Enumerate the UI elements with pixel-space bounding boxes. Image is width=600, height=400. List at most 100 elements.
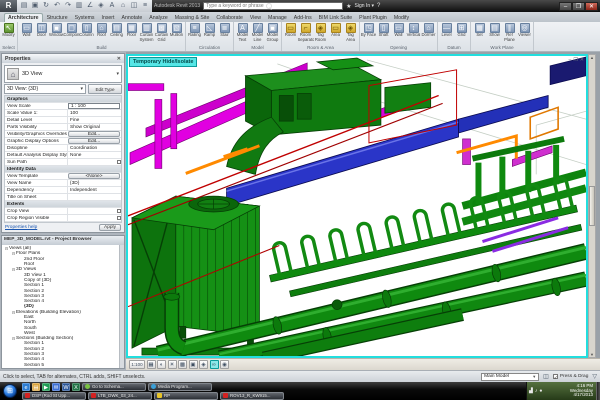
word-icon[interactable]: W bbox=[62, 383, 70, 391]
ribbon-button[interactable]: ◳By Face bbox=[361, 23, 376, 43]
ribbon-button[interactable]: ⊞Grid bbox=[454, 23, 469, 43]
close-icon[interactable]: ✕ bbox=[117, 56, 121, 62]
view-restore-button[interactable]: ❐ bbox=[573, 57, 577, 63]
ribbon-button[interactable]: ▥Curtain System bbox=[139, 23, 154, 43]
default-3d-view-icon[interactable]: ⌂ bbox=[118, 1, 128, 11]
ribbon-button[interactable]: ▦Set bbox=[472, 23, 487, 43]
ribbon-button[interactable]: ◺Ramp bbox=[202, 23, 217, 43]
property-row[interactable]: Dependency Independent bbox=[5, 187, 121, 194]
type-selector[interactable]: ⌂ 3D View ▾ bbox=[4, 65, 122, 83]
redo-icon[interactable]: ↷ bbox=[63, 1, 73, 11]
print-icon[interactable]: ▥ bbox=[74, 1, 84, 11]
property-row[interactable]: Graphic Display Options Edit... bbox=[5, 138, 121, 145]
open-icon[interactable]: ▤ bbox=[19, 1, 29, 11]
property-row[interactable]: Discipline Coordination bbox=[5, 145, 121, 152]
ribbon-button[interactable]: ◫Door bbox=[34, 23, 49, 43]
instance-selector[interactable]: 3D View: {3D}▾ bbox=[4, 84, 86, 94]
taskbar-window-button[interactable]: Media Program... bbox=[148, 383, 212, 391]
scrollbar-thumb[interactable] bbox=[589, 186, 595, 226]
property-value[interactable]: 100 bbox=[67, 110, 121, 116]
taskbar-window-button[interactable]: Go to Schema... bbox=[82, 383, 146, 391]
3d-view-canvas[interactable] bbox=[128, 56, 586, 356]
ribbon-tab[interactable]: Structure bbox=[44, 14, 71, 22]
maximize-button[interactable]: ❐ bbox=[572, 2, 585, 11]
ribbon-tab[interactable]: Manage bbox=[265, 14, 290, 22]
ribbon-button[interactable]: ◈Tag Area bbox=[343, 23, 358, 43]
ribbon-button[interactable]: ▭Room bbox=[283, 23, 298, 43]
show-desktop-button[interactable] bbox=[596, 382, 600, 400]
sync-with-central-icon[interactable]: ↻ bbox=[41, 1, 51, 11]
edit-type-button[interactable]: Edit Type bbox=[88, 84, 122, 94]
ribbon-button[interactable]: ▭Wall bbox=[19, 23, 34, 43]
scroll-up-icon[interactable]: ▲ bbox=[590, 55, 594, 60]
drawing-area-viewport[interactable]: Temporary Hide/Isolate ‒ ❐ ✕ bbox=[126, 54, 588, 358]
property-row[interactable]: Identity Data bbox=[5, 166, 121, 173]
action-center-icon[interactable]: ● bbox=[539, 388, 542, 394]
property-value[interactable]: Independent bbox=[67, 187, 121, 193]
ribbon-button[interactable]: ≡Railing bbox=[187, 23, 202, 43]
property-row[interactable]: Default Analysis Display Style None bbox=[5, 152, 121, 159]
favorites-icon[interactable]: ★ bbox=[346, 3, 351, 10]
property-row[interactable]: Visibility/Graphics Overrides Edit... bbox=[5, 131, 121, 138]
view-close-button[interactable]: ✕ bbox=[580, 57, 584, 63]
undo-icon[interactable]: ↶ bbox=[52, 1, 62, 11]
ribbon-button[interactable]: ▯Column bbox=[79, 23, 94, 43]
ribbon-tab[interactable]: Plant Plugin bbox=[356, 14, 390, 22]
viewport-scrollbar[interactable]: ▲ ▼ bbox=[588, 54, 596, 358]
internet-explorer-icon[interactable]: e bbox=[22, 383, 30, 391]
property-row[interactable]: Extents bbox=[5, 201, 121, 208]
sign-in-button[interactable]: Sign In ▾ bbox=[355, 3, 374, 9]
ribbon-tab[interactable]: Add-Ins bbox=[291, 14, 315, 22]
taskbar-window-button[interactable]: ROV13_R_KW915... bbox=[220, 392, 284, 400]
shadows-icon[interactable]: ▩ bbox=[178, 360, 187, 369]
measure-icon[interactable]: ∠ bbox=[85, 1, 95, 11]
property-value[interactable] bbox=[67, 159, 115, 165]
taskbar-window-button[interactable]: DSP (Rod St Upp... bbox=[22, 392, 86, 400]
ribbon-button[interactable]: ⌐Room Separator bbox=[298, 23, 313, 43]
property-row[interactable]: View Template <None> bbox=[5, 173, 121, 180]
selection-filter-icon[interactable]: ▽ bbox=[592, 373, 597, 380]
ribbon-button[interactable]: ╱Model Line bbox=[250, 23, 265, 43]
ribbon-tab[interactable]: Analyze bbox=[146, 14, 170, 22]
property-value[interactable]: Fine bbox=[67, 117, 121, 123]
ribbon-tab[interactable]: Insert bbox=[99, 14, 118, 22]
property-row[interactable]: Parts Visibility Show Original bbox=[5, 124, 121, 131]
ribbon-button[interactable]: ▦Floor bbox=[124, 23, 139, 43]
exclude-options-icon[interactable]: ◫ bbox=[543, 373, 549, 380]
network-icon[interactable]: ▟ bbox=[529, 388, 533, 394]
ribbon-tab[interactable]: Massing & Site bbox=[172, 14, 213, 22]
ribbon-button[interactable]: ▯Shaft bbox=[376, 23, 391, 43]
property-value[interactable] bbox=[67, 208, 115, 214]
ribbon-button[interactable]: ▤Show bbox=[487, 23, 502, 43]
ribbon-tab[interactable]: Systems bbox=[72, 14, 98, 22]
property-value[interactable] bbox=[67, 215, 115, 221]
property-checkbox[interactable] bbox=[117, 209, 122, 214]
ribbon-button[interactable]: ≣Stair bbox=[217, 23, 232, 43]
detail-level-icon[interactable]: ▦ bbox=[147, 360, 156, 369]
apply-button[interactable]: Apply bbox=[99, 224, 121, 231]
minimize-button[interactable]: – bbox=[559, 2, 572, 11]
property-row[interactable]: Crop View bbox=[5, 208, 121, 215]
help-icon[interactable]: ? bbox=[377, 3, 380, 9]
media-player-icon[interactable]: ▶ bbox=[42, 383, 50, 391]
properties-header[interactable]: Properties✕ bbox=[2, 54, 124, 63]
ribbon-button[interactable]: ↖Modify bbox=[1, 23, 16, 43]
ribbon-tab[interactable]: View bbox=[247, 14, 264, 22]
property-value[interactable] bbox=[67, 194, 121, 200]
thin-lines-icon[interactable]: ≡ bbox=[140, 1, 150, 11]
ribbon-button[interactable]: ▢Component bbox=[64, 23, 79, 43]
ribbon-button[interactable]: AModel Text bbox=[235, 23, 250, 43]
press-drag-checkbox[interactable]: ✓Press & Drag bbox=[553, 374, 589, 379]
ribbon-button[interactable]: ⌂Dormer bbox=[421, 23, 436, 43]
project-browser-header[interactable]: MEP_3D_MODEL.rvt - Project Browser bbox=[2, 236, 124, 245]
air-handler-unit[interactable] bbox=[227, 58, 431, 174]
save-icon[interactable]: ▣ bbox=[30, 1, 40, 11]
search-input[interactable]: Type a keyword or phrase bbox=[203, 2, 343, 10]
property-row[interactable]: View Scale 1 : 100 bbox=[5, 103, 121, 110]
property-row[interactable]: Detail Level Fine bbox=[5, 117, 121, 124]
file-explorer-icon[interactable]: ▤ bbox=[32, 383, 40, 391]
view-scale-button[interactable]: 1:100 bbox=[129, 360, 145, 369]
property-value[interactable]: <None> bbox=[68, 173, 120, 179]
ribbon-tab[interactable]: Annotate bbox=[118, 14, 145, 22]
visual-style-icon[interactable]: ◐ bbox=[157, 360, 166, 369]
